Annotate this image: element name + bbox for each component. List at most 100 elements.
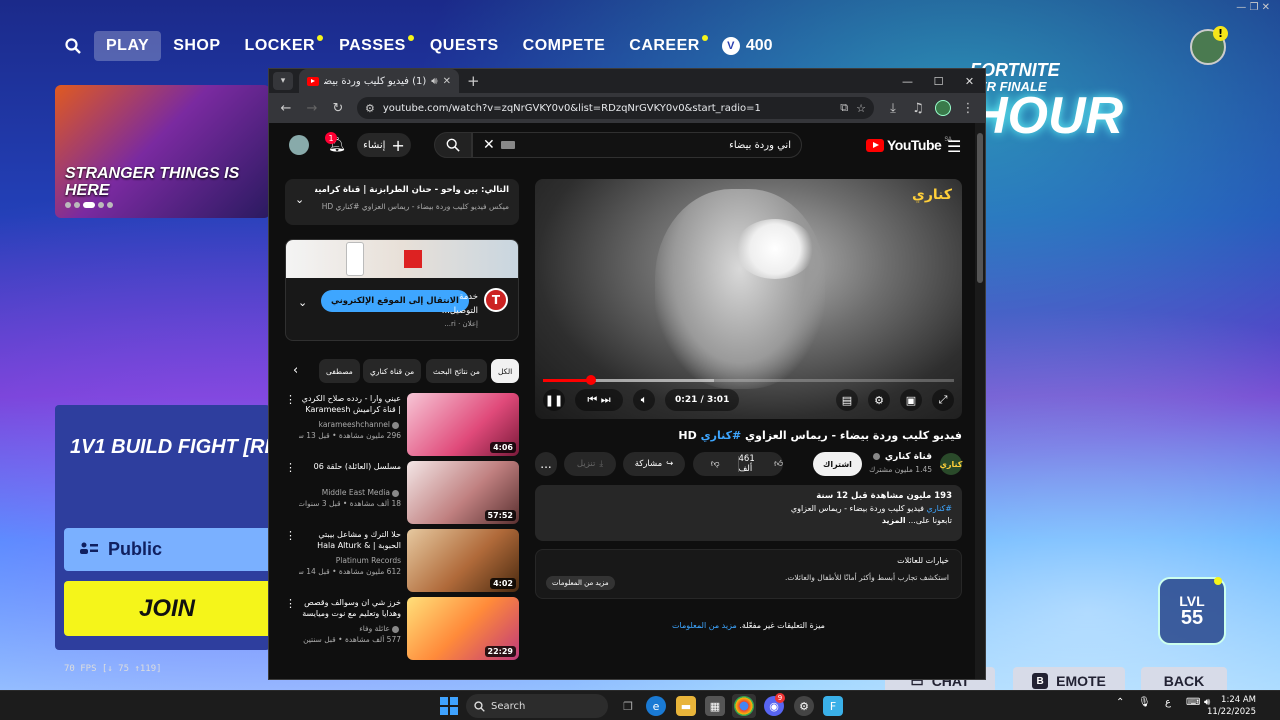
chrome-icon[interactable] bbox=[734, 696, 754, 716]
windows-start-icon[interactable] bbox=[440, 697, 458, 715]
file-explorer-icon[interactable]: ▬ bbox=[676, 696, 696, 716]
profile-avatar[interactable] bbox=[932, 97, 954, 119]
show-more-link[interactable]: المزيد bbox=[882, 516, 906, 525]
more-options-icon[interactable]: ⋮ bbox=[285, 529, 296, 542]
fortnite-icon[interactable]: F bbox=[823, 696, 843, 716]
minimize-button[interactable]: — bbox=[892, 69, 923, 93]
advertiser-logo[interactable]: T bbox=[484, 288, 508, 312]
search-icon[interactable] bbox=[60, 33, 86, 59]
chevron-up-icon[interactable]: ⌃ bbox=[1116, 697, 1124, 708]
nav-career[interactable]: CAREER bbox=[617, 31, 712, 61]
more-actions-button[interactable]: ... bbox=[535, 452, 557, 476]
carousel-dot[interactable] bbox=[65, 202, 71, 208]
network-icon[interactable]: ⌨ bbox=[1186, 697, 1200, 708]
chrome-menu-icon[interactable]: ⋮ bbox=[957, 97, 979, 119]
recommendation-item[interactable]: 4:02 ⋮ حلا الترك و مشاعل بيبتي الحبوبة |… bbox=[285, 529, 519, 597]
more-options-icon[interactable]: ⋮ bbox=[285, 461, 296, 474]
browser-tab[interactable]: (1) فيديو كليب وردة بيضاء - ر 🔊︎ ✕ bbox=[299, 69, 459, 93]
learn-more-link[interactable]: مزيد من المعلومات bbox=[672, 621, 737, 630]
recommendation-item[interactable]: 4:06 ⋮ عيني وارا - ردده صلاح الكردي | قن… bbox=[285, 393, 519, 461]
progress-bar[interactable] bbox=[543, 375, 954, 385]
more-options-icon[interactable]: ⋮ bbox=[285, 597, 296, 610]
chip-from-search[interactable]: من نتائج البحث bbox=[426, 359, 487, 383]
store-icon[interactable]: ▦ bbox=[705, 696, 725, 716]
join-button[interactable]: JOIN bbox=[64, 581, 270, 636]
miniplayer-icon[interactable]: ▣ bbox=[900, 389, 922, 411]
clear-search-icon[interactable]: ✕ bbox=[483, 137, 495, 153]
recommendation-item[interactable]: 57:52 ⋮ مسلسل (العائلة) حلقة 06 Middle E… bbox=[285, 461, 519, 529]
bookmark-star-icon[interactable]: ☆ bbox=[856, 102, 866, 115]
carousel-dot[interactable] bbox=[107, 202, 113, 208]
mix-playlist-panel[interactable]: ⌄ التالي: بين واحو - حنان الطرابزنة | قن… bbox=[285, 179, 519, 225]
search-input[interactable]: ✕ اني وردة بيضاء bbox=[472, 132, 802, 158]
recommendation-item[interactable]: 22:29 ⋮ خرز شي ان وسوالف وقصص وهدايا وتع… bbox=[285, 597, 519, 665]
level-badge[interactable]: LVL 55 bbox=[1158, 577, 1226, 645]
nav-play[interactable]: PLAY bbox=[94, 31, 162, 61]
new-tab-button[interactable]: + bbox=[467, 72, 480, 90]
chip-mustafa[interactable]: مصطفى bbox=[319, 359, 360, 383]
task-view-icon[interactable]: ❐ bbox=[618, 696, 638, 716]
keyboard-icon[interactable] bbox=[500, 141, 515, 149]
close-tab-icon[interactable]: ✕ bbox=[443, 76, 451, 87]
edge-browser-icon[interactable]: e bbox=[646, 696, 666, 716]
settings-gear-icon[interactable]: ⚙ bbox=[868, 389, 890, 411]
chip-from-channel[interactable]: من قناة كناري bbox=[363, 359, 422, 383]
scrubber-handle[interactable] bbox=[585, 375, 596, 385]
tab-search-button[interactable]: ▾ bbox=[273, 72, 293, 90]
chip-all[interactable]: الكل bbox=[491, 359, 520, 383]
reload-icon[interactable]: ↻ bbox=[327, 97, 349, 119]
search-button[interactable] bbox=[434, 132, 472, 158]
description-box[interactable]: 193 مليون مشاهدة قبل 12 سنة #كناري فيديو… bbox=[535, 485, 962, 541]
nav-shop[interactable]: SHOP bbox=[161, 31, 232, 61]
create-button[interactable]: إنشاء + bbox=[357, 133, 411, 157]
news-card[interactable]: STRANGER THINGS IS HERE bbox=[55, 85, 270, 218]
nav-compete[interactable]: COMPETE bbox=[511, 31, 618, 61]
download-icon[interactable]: ⤓ bbox=[882, 97, 904, 119]
video-player[interactable]: كناري ❚❚ ⏮ ⏭ 🔈︎ 0:21 / 3:01 ▤ ⚙ ▣ ⤢ bbox=[535, 179, 962, 419]
subscribe-button[interactable]: اشتراك bbox=[813, 452, 862, 476]
dislike-button[interactable]: 👎︎ bbox=[693, 459, 738, 469]
vbucks-balance[interactable]: V 400 bbox=[712, 31, 783, 61]
privacy-selector[interactable]: Public bbox=[64, 528, 270, 571]
video-thumbnail[interactable]: 57:52 bbox=[407, 461, 519, 524]
account-avatar[interactable] bbox=[289, 135, 309, 155]
carousel-dot[interactable] bbox=[74, 202, 80, 208]
address-bar[interactable]: ⚙ youtube.com/watch?v=zqNrGVKY0v0&list=R… bbox=[357, 97, 874, 119]
download-button[interactable]: تنزيل ⤓ bbox=[564, 452, 616, 476]
video-thumbnail[interactable]: 22:29 bbox=[407, 597, 519, 660]
site-info-icon[interactable]: ⚙ bbox=[365, 102, 375, 115]
ad-banner-image[interactable] bbox=[286, 240, 518, 278]
page-scrollbar[interactable] bbox=[975, 123, 985, 679]
like-button[interactable]: 461 ألف 👍︎ bbox=[739, 454, 784, 474]
pause-icon[interactable]: ❚❚ bbox=[543, 389, 565, 411]
learn-more-button[interactable]: مزيد من المعلومات bbox=[546, 576, 615, 590]
app-icon[interactable]: ⚙ bbox=[794, 696, 814, 716]
hamburger-menu-icon[interactable]: ☰ bbox=[947, 137, 961, 156]
input-language[interactable]: ع bbox=[1165, 697, 1171, 708]
chevron-left-icon[interactable]: ‹ bbox=[293, 363, 298, 378]
close-window-button[interactable]: ✕ bbox=[954, 69, 985, 93]
maximize-button[interactable]: ☐ bbox=[923, 69, 954, 93]
chevron-down-icon[interactable]: ⌄ bbox=[295, 193, 304, 206]
youtube-logo[interactable]: YouTube SA bbox=[866, 137, 952, 153]
channel-name[interactable]: قناة كناري bbox=[871, 452, 932, 462]
speaker-icon[interactable]: 🔊︎ bbox=[431, 76, 437, 87]
captions-icon[interactable]: ▤ bbox=[836, 389, 858, 411]
nav-quests[interactable]: QUESTS bbox=[418, 31, 511, 61]
ad-card[interactable]: ⌄ الانتقال إلى الموقع الإلكتروني خدمة ال… bbox=[285, 239, 519, 341]
nav-passes[interactable]: PASSES bbox=[327, 31, 418, 61]
microphone-icon[interactable]: 🎙︎ bbox=[1138, 697, 1151, 708]
media-controls-icon[interactable]: ♫ bbox=[907, 97, 929, 119]
nav-locker[interactable]: LOCKER bbox=[233, 31, 328, 61]
video-thumbnail[interactable]: 4:06 bbox=[407, 393, 519, 456]
chevron-down-icon[interactable]: ⌄ bbox=[298, 296, 307, 309]
carousel-dot[interactable] bbox=[98, 202, 104, 208]
forward-arrow-icon[interactable]: → bbox=[301, 97, 323, 119]
channel-avatar[interactable]: كناري bbox=[940, 453, 962, 475]
open-in-app-icon[interactable]: ⧉ bbox=[840, 101, 848, 115]
system-clock[interactable]: 1:24 AM 11/22/2025 bbox=[1207, 694, 1256, 718]
taskbar-search[interactable]: Search bbox=[466, 694, 608, 718]
carousel-dot-current[interactable] bbox=[83, 202, 95, 208]
prev-next-buttons[interactable]: ⏮ ⏭ bbox=[575, 389, 623, 411]
share-button[interactable]: مشاركة ↪ bbox=[623, 452, 685, 476]
